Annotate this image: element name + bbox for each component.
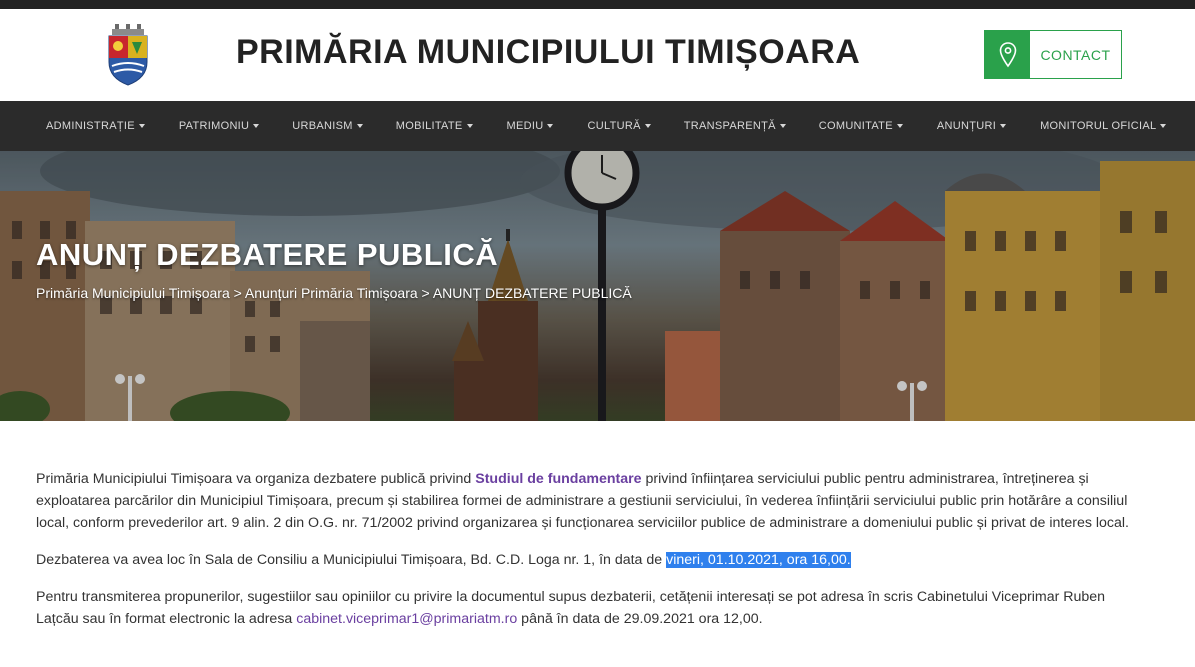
email-link[interactable]: cabinet.viceprimar1@primariatm.ro: [296, 611, 517, 627]
nav-item-label: MEDIU: [506, 120, 544, 132]
caret-down-icon: [466, 124, 473, 128]
breadcrumb-section-link[interactable]: Anunțuri Primăria Timișoara: [245, 285, 418, 301]
map-pin-icon: [985, 31, 1030, 78]
breadcrumb: Primăria Municipiului Timișoara > Anunțu…: [36, 285, 632, 301]
nav-item-comunitate[interactable]: COMUNITATE: [819, 120, 903, 132]
breadcrumb-separator: >: [417, 285, 433, 301]
paragraph-text: Primăria Municipiului Timișoara va organ…: [36, 471, 476, 487]
site-header: PRIMĂRIA MUNICIPIULUI TIMIȘOARA CONTACT: [0, 9, 1195, 101]
article-content: Primăria Municipiului Timișoara va organ…: [36, 468, 1151, 645]
nav-item-label: TRANSPARENȚĂ: [683, 120, 776, 132]
contact-label: CONTACT: [1040, 46, 1111, 63]
nav-item-label: PATRIMONIU: [178, 120, 250, 132]
article-paragraph-1: Primăria Municipiului Timișoara va organ…: [36, 468, 1151, 534]
nav-item-monitorul-oficial[interactable]: MONITORUL OFICIAL: [1040, 120, 1167, 132]
contact-button[interactable]: CONTACT: [984, 30, 1122, 79]
caret-down-icon: [356, 124, 363, 128]
nav-item-label: COMUNITATE: [818, 120, 893, 132]
breadcrumb-separator: >: [229, 285, 245, 301]
nav-item-label: ANUNȚURI: [936, 120, 997, 132]
nav-item-label: URBANISM: [292, 120, 353, 132]
nav-item-label: ADMINISTRAȚIE: [46, 120, 135, 132]
breadcrumb-current: ANUNȚ DEZBATERE PUBLICĂ: [432, 285, 632, 301]
nav-item-mobilitate[interactable]: MOBILITATE: [396, 120, 473, 132]
caret-down-icon: [138, 124, 145, 128]
page-title: ANUNȚ DEZBATERE PUBLICĂ: [36, 237, 499, 272]
nav-item-mediu[interactable]: MEDIU: [507, 120, 554, 132]
nav-item-transparenta[interactable]: TRANSPARENȚĂ: [684, 120, 786, 132]
nav-item-cultura[interactable]: CULTURĂ: [587, 120, 651, 132]
nav-item-anunturi[interactable]: ANUNȚURI: [936, 120, 1007, 132]
study-document-link[interactable]: Studiul de fundamentare: [475, 471, 641, 487]
article-paragraph-3: Pentru transmiterea propunerilor, sugest…: [36, 586, 1151, 630]
city-crest-icon[interactable]: [106, 24, 150, 86]
paragraph-text: Dezbaterea va avea loc în Sala de Consil…: [36, 552, 667, 568]
nav-item-patrimoniu[interactable]: PATRIMONIU: [178, 120, 260, 132]
top-bar: [0, 0, 1195, 9]
nav-item-administratie[interactable]: ADMINISTRAȚIE: [46, 120, 145, 132]
caret-down-icon: [253, 124, 260, 128]
nav-item-label: MONITORUL OFICIAL: [1040, 120, 1157, 132]
nav-item-label: MOBILITATE: [395, 120, 463, 132]
breadcrumb-home-link[interactable]: Primăria Municipiului Timișoara: [36, 285, 230, 301]
nav-item-label: CULTURĂ: [587, 120, 641, 132]
caret-down-icon: [779, 124, 786, 128]
hero-banner: ANUNȚ DEZBATERE PUBLICĂ Primăria Municip…: [0, 151, 1195, 421]
nav-item-urbanism[interactable]: URBANISM: [292, 120, 363, 132]
caret-down-icon: [896, 124, 903, 128]
paragraph-text: până în data de 29.09.2021 ora 12,00.: [517, 611, 763, 627]
caret-down-icon: [1000, 124, 1007, 128]
article-paragraph-2: Dezbaterea va avea loc în Sala de Consil…: [36, 549, 1151, 571]
caret-down-icon: [1160, 124, 1167, 128]
caret-down-icon: [547, 124, 554, 128]
selected-date-text[interactable]: vineri, 01.10.2021, ora 16,00.: [666, 552, 851, 568]
main-navigation: ADMINISTRAȚIE PATRIMONIU URBANISM MOBILI…: [0, 101, 1195, 151]
caret-down-icon: [644, 124, 651, 128]
site-title[interactable]: PRIMĂRIA MUNICIPIULUI TIMIȘOARA: [236, 33, 860, 72]
